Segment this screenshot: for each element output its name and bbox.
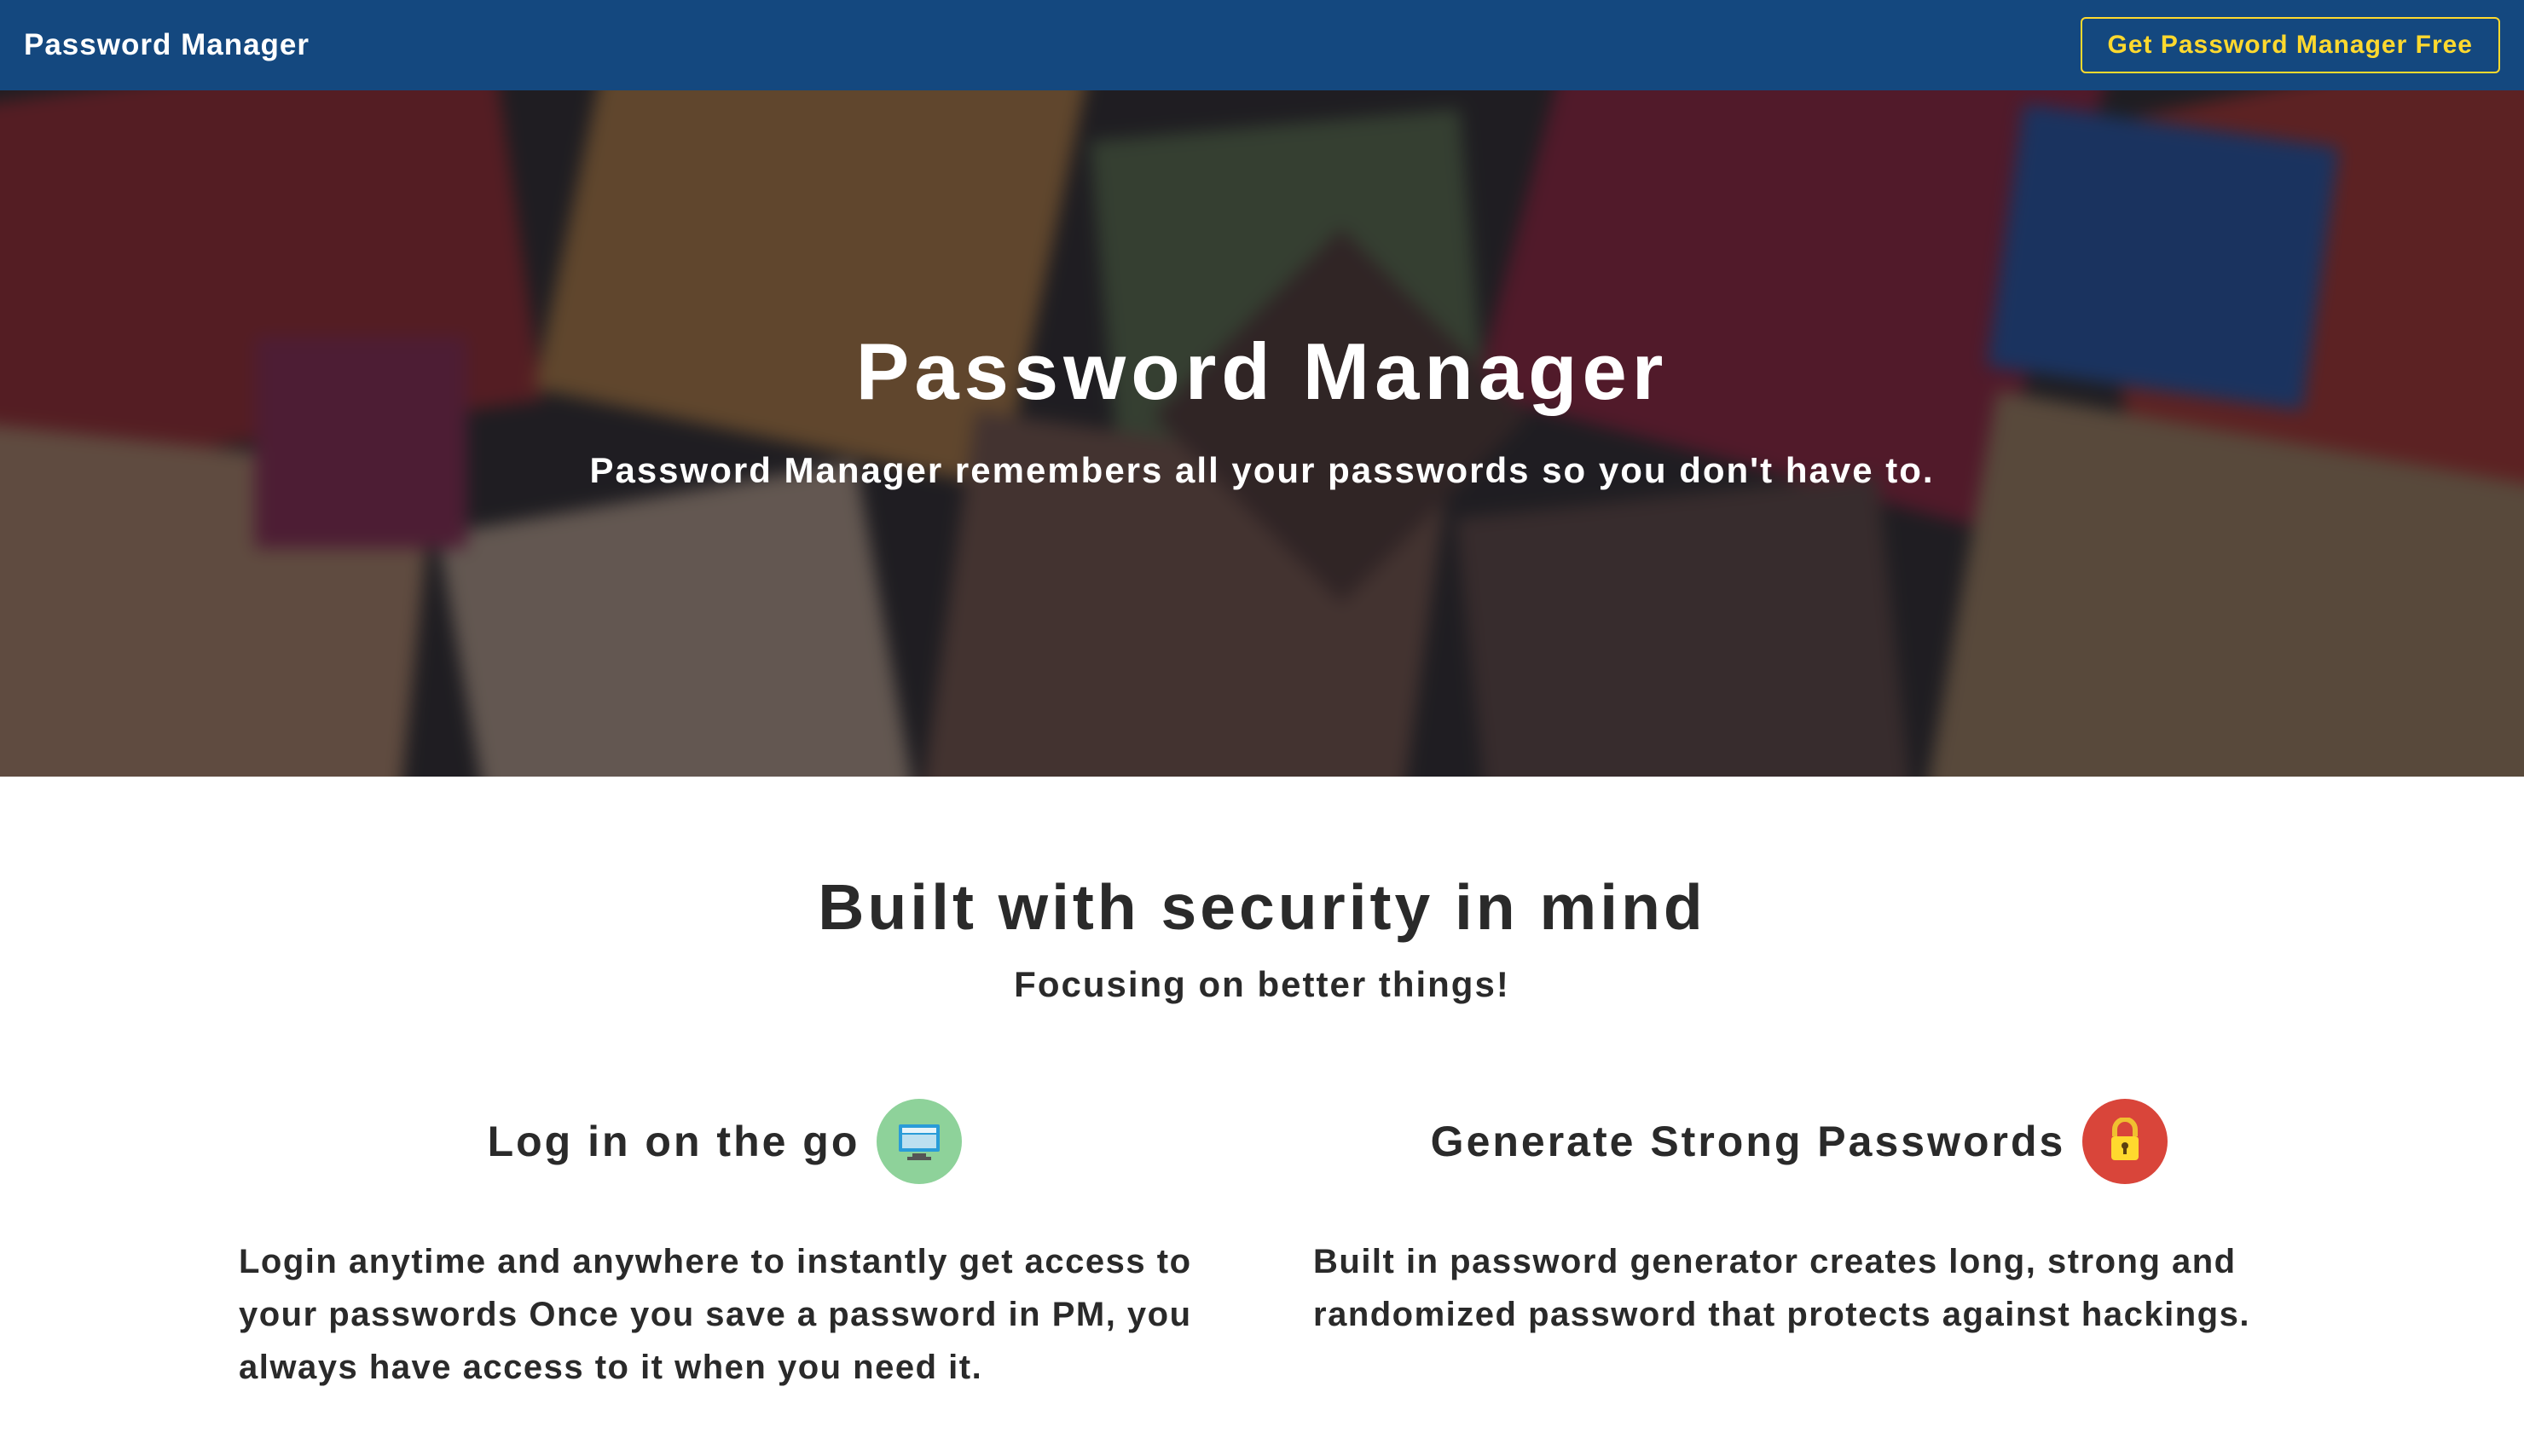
feature-description: Built in password generator creates long… <box>1313 1235 2285 1341</box>
feature-title: Generate Strong Passwords <box>1431 1117 2066 1166</box>
get-free-button[interactable]: Get Password Manager Free <box>2081 17 2500 73</box>
features-section: Built with security in mind Focusing on … <box>0 777 2524 1394</box>
monitor-icon <box>877 1099 962 1184</box>
header-bar: Password Manager Get Password Manager Fr… <box>0 0 2524 90</box>
feature-generate: Generate Strong Passwords Built in passw… <box>1313 1099 2285 1394</box>
feature-head: Log in on the go <box>239 1099 1211 1184</box>
section-subtitle: Focusing on better things! <box>239 964 2285 1005</box>
hero-title: Password Manager <box>856 326 1669 418</box>
hero-subtitle: Password Manager remembers all your pass… <box>589 450 1934 491</box>
hero-section: Password Manager Password Manager rememb… <box>0 90 2524 777</box>
feature-head: Generate Strong Passwords <box>1313 1099 2285 1184</box>
feature-login: Log in on the go Login anytime and anywh… <box>239 1099 1211 1394</box>
feature-title: Log in on the go <box>488 1117 860 1166</box>
feature-description: Login anytime and anywhere to instantly … <box>239 1235 1211 1394</box>
features-row: Log in on the go Login anytime and anywh… <box>239 1099 2285 1394</box>
section-title: Built with security in mind <box>239 870 2285 944</box>
hero-overlay <box>0 90 2524 777</box>
brand-title: Password Manager <box>24 28 310 62</box>
lock-icon <box>2082 1099 2168 1184</box>
